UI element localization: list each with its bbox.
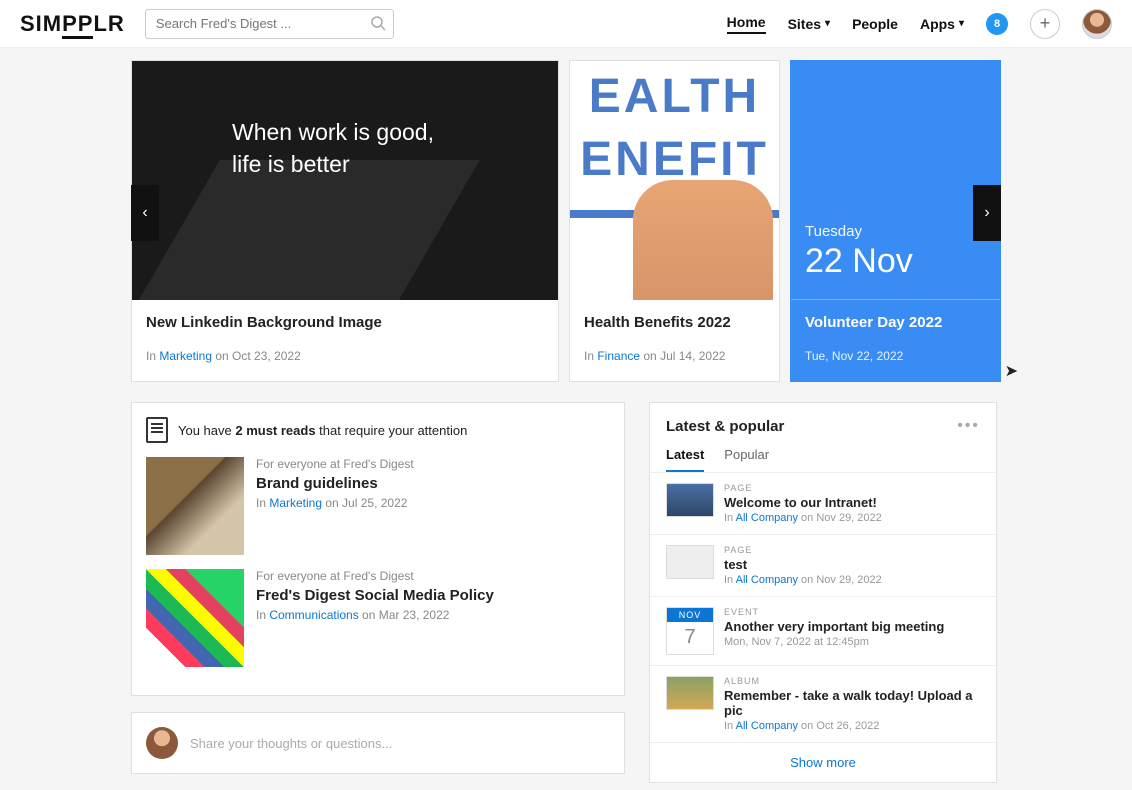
latest-title: Latest & popular bbox=[666, 418, 784, 435]
item-tag: PAGE bbox=[724, 483, 882, 493]
tab-latest[interactable]: Latest bbox=[666, 439, 704, 472]
thumbnail bbox=[146, 457, 244, 555]
card-title: Health Benefits 2022 bbox=[584, 314, 765, 331]
user-avatar-small bbox=[146, 727, 178, 759]
card-meta: In Marketing on Oct 23, 2022 bbox=[146, 349, 544, 363]
carousel-card-health[interactable]: EALTH ENEFIT Health Benefits 2022 In Fin… bbox=[569, 60, 780, 382]
thumbnail bbox=[146, 569, 244, 667]
carousel-prev[interactable]: ‹ bbox=[131, 185, 159, 241]
card-image: EALTH ENEFIT bbox=[570, 61, 779, 300]
add-button[interactable]: + bbox=[1030, 9, 1060, 39]
carousel: ‹ › When work is good, life is better Ne… bbox=[131, 60, 1001, 382]
main-nav: Home Sites▾ People Apps▾ 8 + bbox=[727, 9, 1112, 39]
item-meta: In Communications on Mar 23, 2022 bbox=[256, 608, 494, 622]
cursor-icon: ➤ bbox=[1005, 361, 1018, 381]
item-meta-link[interactable]: All Company bbox=[736, 574, 798, 586]
item-meta: In All Company on Nov 29, 2022 bbox=[724, 512, 882, 524]
notification-badge[interactable]: 8 bbox=[986, 13, 1008, 35]
chevron-down-icon: ▾ bbox=[959, 18, 964, 29]
audience-label: For everyone at Fred's Digest bbox=[256, 569, 494, 583]
item-meta-link[interactable]: All Company bbox=[736, 720, 798, 732]
logo[interactable]: SIMPPLR bbox=[20, 11, 125, 37]
card-meta: In Finance on Jul 14, 2022 bbox=[584, 349, 765, 363]
search-icon[interactable] bbox=[370, 15, 386, 36]
item-title: test bbox=[724, 557, 882, 572]
carousel-card-volunteer[interactable]: Tuesday 22 Nov Volunteer Day 2022 Tue, N… bbox=[790, 60, 1001, 382]
item-title: Fred's Digest Social Media Policy bbox=[256, 587, 494, 604]
item-tag: PAGE bbox=[724, 545, 882, 555]
nav-sites[interactable]: Sites▾ bbox=[788, 16, 831, 32]
latest-tabs: Latest Popular bbox=[650, 439, 996, 472]
latest-panel: Latest & popular ••• Latest Popular PAGE… bbox=[649, 402, 997, 783]
document-icon bbox=[146, 417, 168, 443]
tab-popular[interactable]: Popular bbox=[724, 439, 769, 472]
card-image: When work is good, life is better bbox=[132, 61, 558, 300]
carousel-card-linkedin[interactable]: When work is good, life is better New Li… bbox=[131, 60, 559, 382]
item-meta: Mon, Nov 7, 2022 at 12:45pm bbox=[724, 636, 944, 648]
must-read-panel: You have 2 must reads that require your … bbox=[131, 402, 625, 696]
must-read-header: You have 2 must reads that require your … bbox=[146, 417, 610, 443]
carousel-next[interactable]: › bbox=[973, 185, 1001, 241]
item-title: Another very important big meeting bbox=[724, 619, 944, 634]
item-meta-link[interactable]: All Company bbox=[736, 512, 798, 524]
item-meta-link[interactable]: Communications bbox=[269, 608, 358, 622]
thumbnail bbox=[666, 676, 714, 710]
card-dayofweek: Tuesday bbox=[805, 223, 986, 240]
must-read-item[interactable]: For everyone at Fred's Digest Brand guid… bbox=[146, 457, 610, 555]
search-input[interactable] bbox=[145, 9, 394, 39]
latest-item[interactable]: PAGE Welcome to our Intranet! In All Com… bbox=[650, 472, 996, 534]
item-meta-link[interactable]: Marketing bbox=[269, 496, 322, 510]
card-image: Tuesday 22 Nov bbox=[791, 61, 1000, 299]
item-title: Brand guidelines bbox=[256, 475, 414, 492]
card-meta-link[interactable]: Marketing bbox=[159, 349, 212, 363]
latest-item[interactable]: ALBUM Remember - take a walk today! Uplo… bbox=[650, 665, 996, 742]
card-meta: Tue, Nov 22, 2022 bbox=[805, 349, 986, 363]
share-placeholder: Share your thoughts or questions... bbox=[190, 736, 392, 751]
item-meta: In All Company on Oct 26, 2022 bbox=[724, 720, 980, 732]
search-box bbox=[145, 9, 394, 39]
card-meta-link[interactable]: Finance bbox=[597, 349, 640, 363]
item-title: Welcome to our Intranet! bbox=[724, 495, 882, 510]
audience-label: For everyone at Fred's Digest bbox=[256, 457, 414, 471]
user-avatar[interactable] bbox=[1082, 9, 1112, 39]
thumbnail bbox=[666, 483, 714, 517]
nav-people[interactable]: People bbox=[852, 16, 898, 32]
must-read-item[interactable]: For everyone at Fred's Digest Fred's Dig… bbox=[146, 569, 610, 667]
latest-item[interactable]: PAGE test In All Company on Nov 29, 2022 bbox=[650, 534, 996, 596]
share-panel[interactable]: Share your thoughts or questions... bbox=[131, 712, 625, 774]
card-title: New Linkedin Background Image bbox=[146, 314, 544, 331]
thumbnail bbox=[666, 545, 714, 579]
top-bar: SIMPPLR Home Sites▾ People Apps▾ 8 + bbox=[0, 0, 1132, 48]
nav-home[interactable]: Home bbox=[727, 14, 766, 34]
item-meta: In Marketing on Jul 25, 2022 bbox=[256, 496, 414, 510]
item-tag: ALBUM bbox=[724, 676, 980, 686]
item-meta: In All Company on Nov 29, 2022 bbox=[724, 574, 882, 586]
nav-apps[interactable]: Apps▾ bbox=[920, 16, 964, 32]
more-options-icon[interactable]: ••• bbox=[957, 417, 980, 435]
card-date: 22 Nov bbox=[805, 242, 986, 281]
event-date-icon: NOV 7 bbox=[666, 607, 714, 655]
show-more-link[interactable]: Show more bbox=[650, 742, 996, 782]
card-title: Volunteer Day 2022 bbox=[805, 314, 986, 331]
item-title: Remember - take a walk today! Upload a p… bbox=[724, 688, 980, 718]
chevron-down-icon: ▾ bbox=[825, 18, 830, 29]
card-image-text: When work is good, life is better bbox=[232, 116, 434, 180]
item-tag: EVENT bbox=[724, 607, 944, 617]
latest-item[interactable]: NOV 7 EVENT Another very important big m… bbox=[650, 596, 996, 665]
